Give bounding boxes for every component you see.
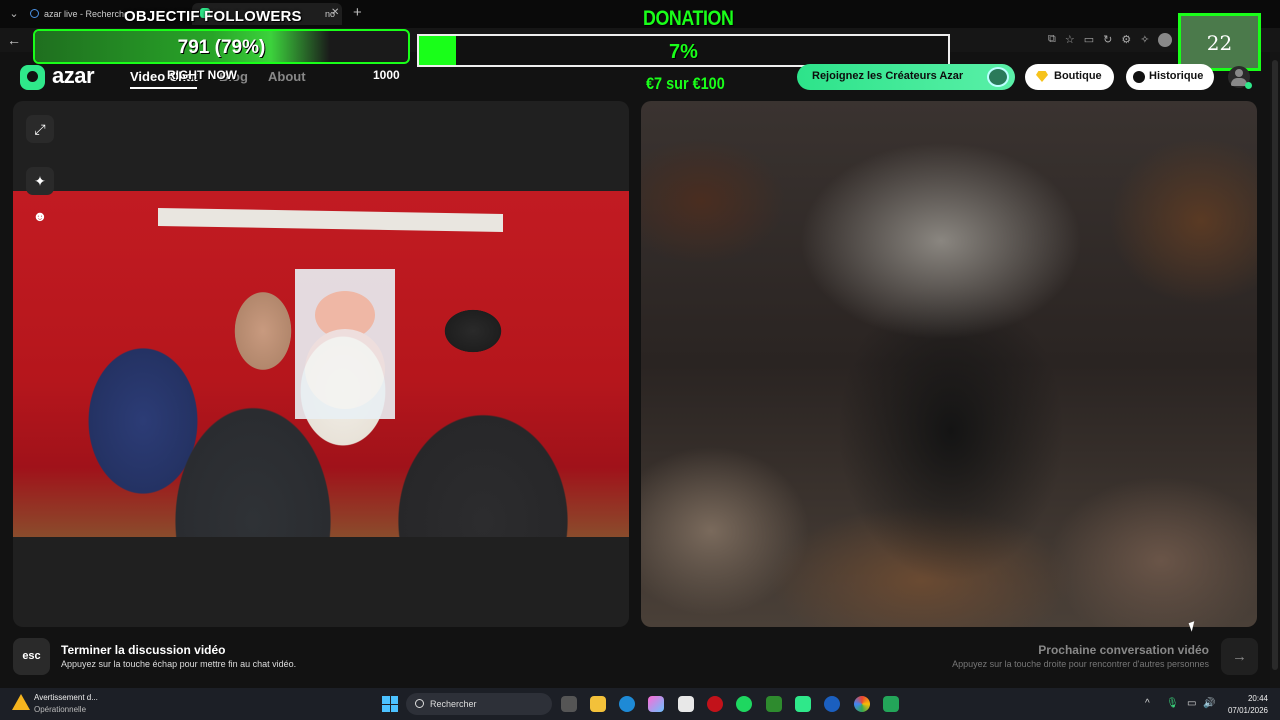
overlay-right-now: RIGHT NOW (167, 68, 237, 82)
search-icon (415, 699, 424, 708)
extensions-icon[interactable]: ⚙ (1121, 33, 1131, 47)
stream-counter-value: 22 (1206, 31, 1233, 55)
nav-active-underline (130, 87, 197, 89)
partner-video-blurred (641, 101, 1257, 627)
donation-subtitle: €7 sur €100 (646, 74, 725, 93)
sparkle-effects-icon[interactable]: ✦ (26, 167, 54, 195)
followers-progress-value: 791 (79%) (177, 37, 266, 58)
clock-time: 20:44 (1247, 694, 1268, 703)
history-button[interactable]: Historique (1126, 64, 1214, 90)
next-arrow-button[interactable]: → (1221, 638, 1258, 675)
azar-app-icon[interactable] (795, 696, 811, 712)
microphone-icon[interactable]: 🎙 (1166, 698, 1179, 709)
self-video-feed (13, 191, 629, 537)
video-ceiling-light (158, 207, 503, 233)
taskbar-search[interactable]: Rechercher (406, 693, 552, 715)
windows-taskbar: Avertissement d... Opérationnelle Recher… (0, 688, 1280, 720)
spotify-icon[interactable] (736, 696, 752, 712)
next-chat-subtitle: Appuyez sur la touche droite pour rencon… (952, 659, 1209, 669)
gem-icon (1036, 71, 1048, 82)
favorites-icon[interactable]: ✧ (1140, 33, 1149, 47)
creator-badge-icon (987, 67, 1009, 87)
donation-progress-bar: 7% (417, 34, 950, 67)
taskbar-clock[interactable]: 20:44 07/01/2026 (1226, 693, 1268, 717)
tab-list-dropdown-icon[interactable]: ⌄ (6, 6, 22, 22)
warning-status: Opérationnelle (34, 705, 87, 714)
overlay-counter-1000: 1000 (373, 68, 400, 82)
end-chat-subtitle: Appuyez sur la touche échap pour mettre … (61, 659, 297, 669)
copilot-icon[interactable] (648, 696, 664, 712)
toolbar-icons: ⧉ ☆ ▭ ↻ ⚙ ✧ (1048, 33, 1173, 47)
refresh-icon[interactable]: ↻ (1103, 33, 1112, 47)
screen: ⌄ azar live - Recherche no ✕ + ← ⧉ ☆ ▭ ↻… (0, 0, 1280, 720)
nav-about[interactable]: About (268, 69, 306, 84)
stream-counter-box: 22 (1178, 13, 1261, 71)
store-icon[interactable] (678, 696, 694, 712)
donation-percent: 7% (669, 41, 698, 63)
tray-chevron-icon[interactable]: ^ (1145, 698, 1150, 709)
profile-avatar-icon[interactable] (1158, 33, 1173, 47)
windows-start-icon[interactable] (382, 696, 398, 712)
star-icon[interactable]: ☆ (1065, 33, 1075, 47)
followers-progress-bar: 791 (79%) (33, 29, 410, 64)
task-view-icon[interactable] (561, 696, 577, 712)
expand-icon[interactable]: ⤢ (26, 115, 54, 143)
face-filter-icon[interactable]: ☻ (26, 202, 54, 230)
file-explorer-icon[interactable] (590, 696, 606, 712)
join-creators-label: Rejoignez les Créateurs Azar (812, 70, 964, 82)
azar-logo-icon[interactable] (20, 65, 45, 90)
xbox-icon[interactable] (766, 696, 782, 712)
esc-key-button[interactable]: esc (13, 638, 50, 675)
display-icon[interactable]: ▭ (1187, 698, 1196, 709)
video-santa-mural (295, 269, 395, 419)
back-arrow-icon[interactable]: ← (7, 32, 21, 48)
join-creators-button[interactable]: Rejoignez les Créateurs Azar (797, 64, 1015, 90)
shop-label: Boutique (1054, 70, 1102, 82)
new-tab-icon[interactable]: + (353, 4, 362, 21)
taskbar-search-placeholder: Rechercher (430, 699, 477, 709)
volume-icon[interactable]: 🔊 (1203, 698, 1215, 709)
shop-button[interactable]: Boutique (1025, 64, 1114, 90)
history-label: Historique (1149, 70, 1204, 82)
search-icon (30, 9, 39, 18)
scrollbar-thumb[interactable] (1272, 60, 1278, 670)
chrome-icon[interactable] (854, 696, 870, 712)
tab-title: azar live - Recherche (44, 9, 130, 19)
online-status-dot (1245, 82, 1252, 89)
clock-date: 07/01/2026 (1227, 706, 1268, 715)
azar-logo-text[interactable]: azar (52, 63, 95, 89)
open-external-icon[interactable]: ⧉ (1048, 33, 1056, 47)
warning-title[interactable]: Avertissement d... (34, 693, 98, 702)
next-chat-title: Prochaine conversation vidéo (1038, 643, 1209, 657)
end-chat-title: Terminer la discussion vidéo (61, 643, 226, 657)
self-video-panel: ⤢ ✦ ☻ (13, 101, 629, 627)
camera-icon[interactable]: ▭ (1084, 33, 1094, 47)
followers-goal-title: OBJECTIF FOLLOWERS (124, 8, 302, 25)
media-app-icon[interactable] (707, 696, 723, 712)
page-scrollbar[interactable] (1270, 52, 1280, 688)
donation-title: DONATION (643, 7, 734, 30)
warning-icon[interactable] (12, 694, 30, 710)
edge-browser-icon[interactable] (619, 696, 635, 712)
clock-icon (1133, 71, 1145, 83)
user-avatar-icon[interactable] (1228, 66, 1252, 89)
streaming-app-icon[interactable] (883, 696, 899, 712)
capcut-icon[interactable] (824, 696, 840, 712)
close-tab-icon[interactable]: ✕ (331, 7, 339, 18)
